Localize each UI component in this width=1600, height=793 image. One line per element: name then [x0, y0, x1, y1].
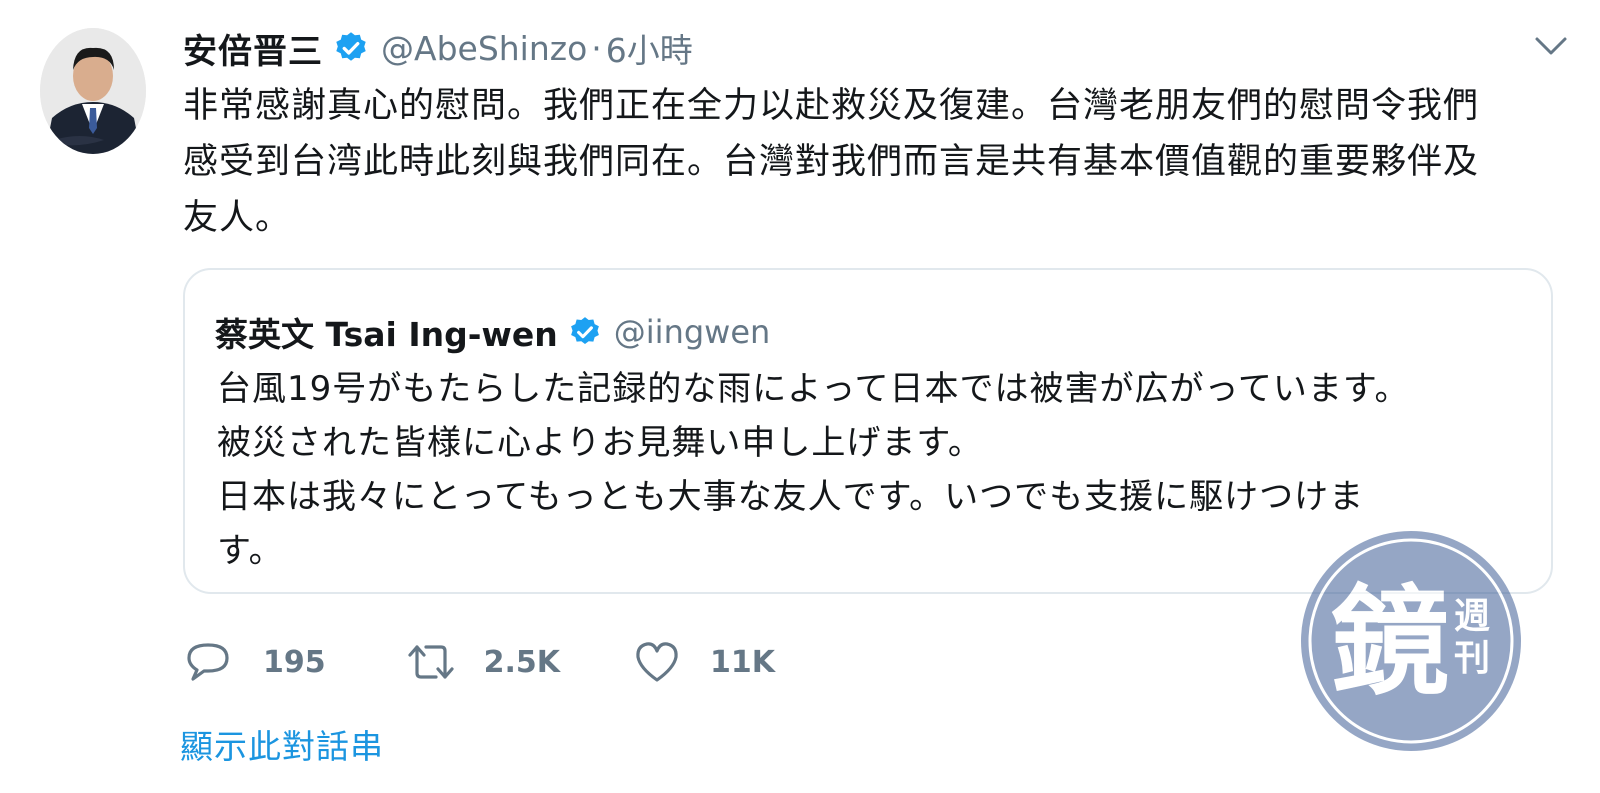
verified-badge-icon — [336, 32, 366, 61]
like-button[interactable]: 11K — [632, 639, 775, 685]
tweet-actions-bar: 195 2.5K 11K — [183, 636, 775, 688]
watermark-main-char: 鏡 — [1331, 573, 1449, 711]
quoted-author-name: 蔡英文 Tsai Ing-wen — [215, 315, 558, 354]
tweet-text: 非常感謝真心的慰問。我們正在全力以赴救災及復建。台灣老朋友們的慰問令我們 感受到… — [183, 78, 1573, 246]
quoted-tweet-header: 蔡英文 Tsai Ing-wen @iingwen — [215, 306, 770, 358]
retweet-button[interactable]: 2.5K — [406, 639, 560, 685]
reply-icon — [187, 643, 229, 681]
tweet-text-line: 友人。 — [183, 198, 292, 238]
quoted-author-handle: @iingwen — [613, 313, 771, 351]
like-count: 11K — [710, 644, 776, 680]
mirror-media-watermark-logo: 鏡 週 刊 — [1301, 531, 1521, 751]
header-separator: · — [591, 28, 602, 68]
avatar-image — [40, 28, 146, 154]
tweet-text-line: 感受到台湾此時此刻與我們同在。台灣對我們而言是共有基本價值觀的重要夥伴及 — [183, 142, 1480, 182]
chevron-down-icon[interactable] — [1534, 34, 1568, 58]
retweet-count: 2.5K — [483, 644, 561, 680]
reply-count: 195 — [263, 644, 326, 680]
author-name[interactable]: 安倍晋三 — [183, 24, 323, 73]
tweet-header: 安倍晋三 @AbeShinzo · 6小時 — [183, 24, 693, 72]
retweet-icon — [408, 645, 454, 679]
reply-button[interactable]: 195 — [183, 639, 326, 685]
watermark-side-char-2: 刊 — [1454, 638, 1490, 679]
quoted-text-line: 被災された皆様に心よりお見舞い申し上げます。 — [217, 423, 983, 463]
author-handle[interactable]: @AbeShinzo — [381, 29, 587, 68]
verified-badge-icon — [570, 317, 599, 345]
show-thread-link[interactable]: 顯示此對話串 — [180, 720, 384, 768]
quoted-text-line: 日本は我々にとってもっとも大事な友人です。いつでも支援に駆けつけま — [217, 477, 1365, 517]
heart-icon — [636, 642, 678, 682]
tweet-timestamp[interactable]: 6小時 — [606, 24, 693, 72]
tweet-text-line: 非常感謝真心的慰問。我們正在全力以赴救災及復建。台灣老朋友們的慰問令我們 — [183, 86, 1480, 126]
author-avatar[interactable] — [40, 28, 146, 154]
watermark-side-char-1: 週 — [1454, 596, 1490, 637]
quoted-text-line: 台風19号がもたらした記録的な雨によって日本では被害が広がっています。 — [217, 369, 1410, 409]
